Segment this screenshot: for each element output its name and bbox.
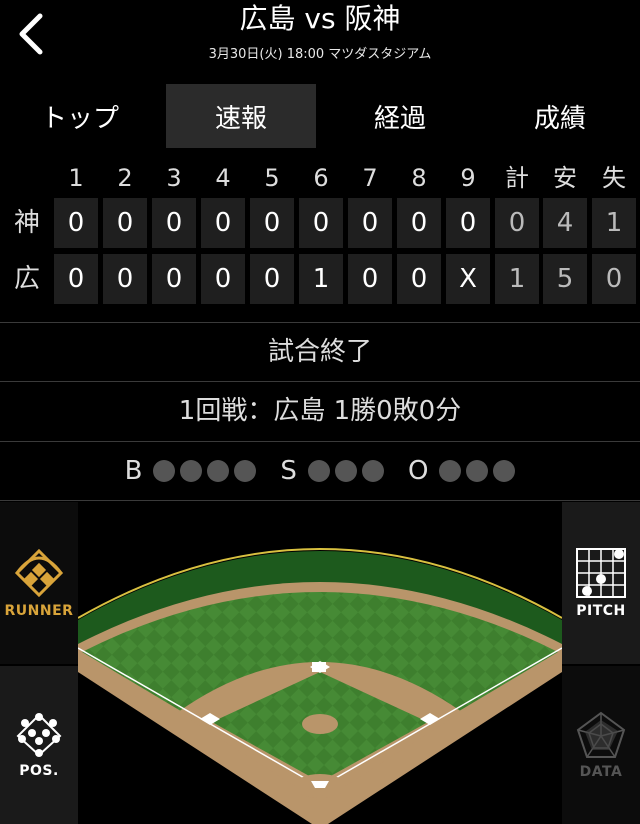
score-cell: 1 [592, 198, 636, 248]
strike-count: S [280, 456, 384, 486]
tab-live[interactable]: 速報 [166, 84, 316, 148]
scoreboard-column-header: 2 [117, 164, 133, 192]
scoreboard-column-header: 9 [460, 164, 476, 192]
scoreboard-column-header: 3 [166, 164, 182, 192]
game-subtitle: 3月30日(火) 18:00 マツダスタジアム [208, 47, 432, 62]
divider [0, 500, 640, 501]
score-cell: 0 [250, 254, 294, 304]
ball-dot [234, 460, 257, 482]
runner-button[interactable]: RUNNER [0, 502, 78, 664]
score-cell: 0 [348, 254, 392, 304]
score-cell: 0 [592, 254, 636, 304]
scoreboard-column-header: 1 [68, 164, 84, 192]
pos-button[interactable]: POS. [0, 666, 78, 824]
pitch-button[interactable]: PITCH [562, 502, 640, 664]
runner-diamond-icon [14, 548, 64, 598]
score-cell: 0 [54, 254, 98, 304]
score-cell: 0 [54, 198, 98, 248]
score-cell: 0 [201, 254, 245, 304]
radar-chart-icon [576, 711, 626, 758]
score-cell: 0 [397, 254, 441, 304]
score-cell: 0 [397, 198, 441, 248]
score-cell: 1 [495, 254, 539, 304]
runner-label: RUNNER [4, 603, 74, 619]
pitchers-mound [302, 714, 338, 734]
strike-dot [361, 460, 384, 482]
score-cell: 4 [543, 198, 587, 248]
out-dot [493, 460, 516, 482]
ball-dot [207, 460, 230, 482]
strike-label: S [280, 456, 297, 486]
score-cell: 0 [152, 254, 196, 304]
tab-top[interactable]: トップ [0, 84, 160, 148]
out-label: O [407, 456, 429, 486]
header: 広島 vs 阪神 3月30日(火) 18:00 マツダスタジアム [0, 0, 640, 80]
strike-dot [307, 460, 330, 482]
ball-dot [180, 460, 203, 482]
team-label: 広 [13, 264, 40, 294]
out-dot [439, 460, 462, 482]
scoreboard-column-header: 安 [553, 164, 577, 192]
team-label: 神 [13, 208, 40, 238]
score-cell: 0 [446, 198, 490, 248]
strike-dot [334, 460, 357, 482]
divider [0, 322, 640, 323]
field-view: RUNNER POS. PITCH DATA [0, 502, 640, 824]
score-cell: 0 [495, 198, 539, 248]
score-cell: 0 [103, 198, 147, 248]
scoreboard-column-header: 6 [313, 164, 329, 192]
pitch-label: PITCH [576, 603, 626, 619]
pitch-grid-icon [576, 548, 626, 598]
out-count: O [407, 456, 516, 486]
baseball-field [78, 548, 562, 824]
ball-label: B [124, 456, 143, 486]
tab-stats[interactable]: 成績 [480, 84, 640, 148]
ball-dot [153, 460, 176, 482]
score-cell: 5 [543, 254, 587, 304]
score-cell: 0 [103, 254, 147, 304]
scoreboard-column-header: 4 [215, 164, 231, 192]
count-indicator: B S O [0, 442, 640, 500]
series-record: 1回戦：広島 1勝0敗0分 [178, 396, 462, 426]
positions-icon [16, 713, 62, 757]
scoreboard-column-header: 7 [362, 164, 378, 192]
tab-progress[interactable]: 経過 [320, 84, 480, 148]
scoreboard-column-header: 計 [505, 164, 529, 192]
data-label: DATA [579, 764, 623, 780]
game-title: 広島 vs 阪神 [239, 2, 401, 35]
tab-bar: トップ 速報 経過 成績 [0, 84, 640, 148]
score-cell: 0 [348, 198, 392, 248]
game-status: 試合終了 [267, 337, 372, 367]
score-cell: 0 [201, 198, 245, 248]
score-cell: 0 [250, 198, 294, 248]
scoreboard-column-header: 5 [264, 164, 280, 192]
score-cell: 1 [299, 254, 343, 304]
scoreboard-column-header: 失 [602, 164, 626, 192]
ball-count: B [125, 456, 257, 486]
pos-label: POS. [19, 763, 59, 779]
score-cell: 0 [152, 198, 196, 248]
score-cell: X [446, 254, 490, 304]
score-cell: 0 [299, 198, 343, 248]
scoreboard-column-header: 8 [411, 164, 427, 192]
out-dot [466, 460, 489, 482]
data-button[interactable]: DATA [562, 666, 640, 824]
